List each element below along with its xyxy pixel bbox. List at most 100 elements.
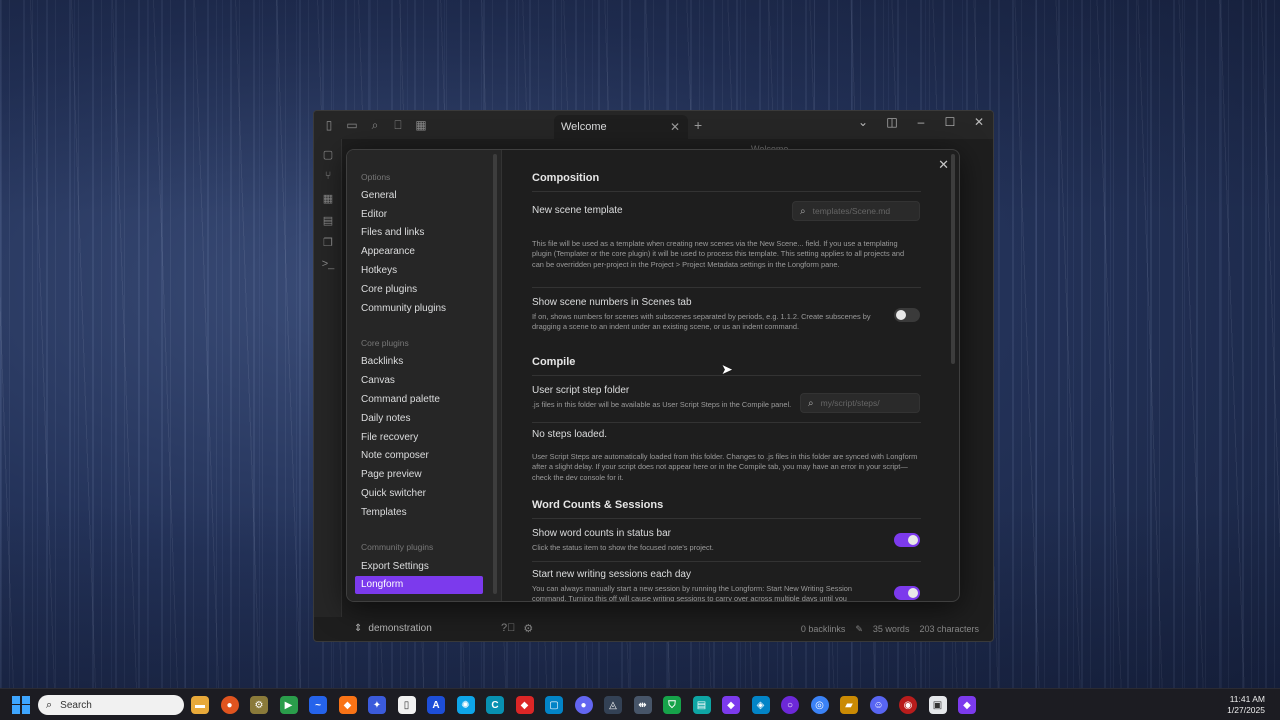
user-script-steps-description: User Script Steps are automatically load… (532, 452, 918, 482)
close-window-icon[interactable]: ✕ (973, 115, 985, 129)
sidebar-header-options: Options (361, 171, 391, 182)
vault-name: demonstration (368, 623, 432, 634)
new-tab-icon[interactable]: + (694, 117, 702, 133)
sidebar-item-file-recovery[interactable]: File recovery (347, 428, 493, 447)
backlinks-count[interactable]: 0 backlinks (801, 624, 846, 635)
divider (532, 191, 921, 192)
sidebar-item-general[interactable]: General (347, 186, 493, 205)
sidebar-item-backlinks[interactable]: Backlinks (347, 353, 493, 372)
app-icon[interactable]: ◈ (751, 696, 770, 714)
app-icon[interactable]: ⇹ (633, 696, 652, 714)
discord-icon[interactable]: ☺ (869, 696, 888, 714)
sidebar-scrollbar[interactable] (493, 154, 497, 594)
app-icon[interactable]: ○ (781, 696, 799, 714)
divider (532, 287, 921, 288)
chevron-down-icon[interactable]: ⌄ (857, 115, 869, 129)
minimize-icon[interactable]: – (915, 115, 927, 129)
app-icon[interactable]: ✺ (456, 696, 475, 714)
scene-template-input[interactable]: ⌕ templates/Scene.md (792, 201, 920, 221)
firefox-icon[interactable]: ● (220, 696, 239, 714)
help-icon[interactable]: ?⃝ (501, 622, 515, 635)
sidebar-item-editor[interactable]: Editor (347, 205, 493, 224)
clock-time: 11:41 AM (1229, 694, 1265, 704)
search-icon: ⌕ (808, 397, 814, 409)
sidebar-item-templates[interactable]: Templates (347, 503, 493, 522)
word-counts-status-bar-toggle[interactable] (894, 533, 920, 547)
app-icon[interactable]: ▣ (928, 696, 947, 714)
word-counts-status-bar-description: Click the status item to show the focuse… (532, 543, 714, 552)
chevron-updown-icon: ⇕ (354, 623, 363, 634)
sidebar-item-longform[interactable]: Longform (355, 575, 483, 595)
file-explorer-icon[interactable]: ▬ (191, 696, 209, 714)
windows-start-icon[interactable] (12, 695, 30, 714)
chat-icon[interactable]: ▢ (545, 696, 563, 714)
app-icon[interactable]: ◬ (604, 696, 622, 714)
app-icon[interactable]: ◆ (515, 696, 534, 714)
shield-icon[interactable]: ⛉ (663, 696, 681, 714)
search-icon[interactable]: ⌕ (367, 117, 383, 133)
user-script-folder-input[interactable]: ⌕ my/script/steps/ (800, 393, 920, 413)
bookmark-icon[interactable]: ⎕ (390, 117, 406, 133)
sidebar-item-quick-switcher[interactable]: Quick switcher (347, 484, 493, 503)
folder-icon[interactable]: ▭ (344, 117, 360, 133)
tab-close-icon[interactable]: ✕ (670, 120, 680, 134)
brave-icon[interactable]: ◆ (338, 696, 357, 714)
sidebar-item-export-settings[interactable]: Export Settings (347, 557, 493, 576)
app-icon[interactable]: ▶ (279, 696, 298, 714)
new-sessions-daily-toggle[interactable] (894, 586, 920, 600)
sidebar-item-daily-notes[interactable]: Daily notes (347, 409, 493, 428)
sidebar-item-note-composer[interactable]: Note composer (347, 447, 493, 466)
app-icon[interactable]: ◎ (810, 696, 829, 714)
file-icon[interactable]: ▢ (314, 143, 342, 165)
split-icon[interactable]: ◫ (886, 115, 898, 129)
notepad-icon[interactable]: ▯ (397, 696, 416, 714)
gear-icon[interactable]: ⚙ (523, 622, 533, 635)
app-icon[interactable]: A (427, 696, 445, 714)
calendar-icon[interactable]: ▤ (314, 209, 342, 231)
sidebar-item-hotkeys[interactable]: Hotkeys (347, 261, 493, 280)
sidebar-item-core-plugins[interactable]: Core plugins (347, 280, 493, 299)
app-icon[interactable]: C (486, 696, 504, 714)
grid-icon[interactable]: ▦ (413, 117, 429, 133)
content-scrollbar[interactable] (951, 154, 955, 364)
setting-scene-numbers: Show scene numbers in Scenes tab (532, 297, 692, 308)
sidebar-item-appearance[interactable]: Appearance (347, 242, 493, 261)
obsidian-icon[interactable]: ◆ (722, 696, 740, 714)
tab-welcome[interactable]: Welcome ✕ (554, 115, 688, 139)
modal-close-icon[interactable]: ✕ (938, 157, 949, 173)
sidebar-item-page-preview[interactable]: Page preview (347, 465, 493, 484)
sidebar-header-core: Core plugins (361, 338, 409, 349)
app-icon[interactable]: ● (574, 696, 593, 714)
taskbar-search[interactable]: ⌕ Search (38, 695, 184, 715)
graph-icon[interactable]: ⑂ (314, 165, 342, 187)
obsidian-active-icon[interactable]: ◆ (958, 696, 976, 714)
app-icon[interactable]: ▰ (840, 696, 858, 714)
copy-icon[interactable]: ❐ (314, 231, 342, 253)
maximize-icon[interactable]: ☐ (944, 115, 956, 129)
scene-template-description: This file will be used as a template whe… (532, 239, 905, 269)
app-icon[interactable]: ▤ (692, 696, 711, 714)
sidebar-item-files-and-links[interactable]: Files and links (347, 224, 493, 243)
app-icon[interactable]: ◉ (899, 696, 917, 714)
app-icon[interactable]: ✦ (368, 696, 386, 714)
character-count[interactable]: 203 characters (919, 624, 979, 635)
app-icon[interactable]: ~ (309, 696, 327, 714)
setting-user-script-folder: User script step folder (532, 385, 630, 396)
sidebar-item-canvas[interactable]: Canvas (347, 371, 493, 390)
system-clock[interactable]: 11:41 AM 1/27/2025 (1227, 694, 1265, 716)
word-count[interactable]: 35 words (873, 624, 910, 635)
search-icon: ⌕ (800, 205, 806, 217)
sidebar-item-community-plugins[interactable]: Community plugins (347, 299, 493, 318)
sidebar-item-command-palette[interactable]: Command palette (347, 390, 493, 409)
scene-numbers-toggle[interactable] (894, 308, 920, 322)
vault-switcher[interactable]: ⇕ demonstration (354, 623, 432, 634)
app-icon[interactable]: ⚙ (250, 696, 268, 714)
canvas-icon[interactable]: ▦ (314, 187, 342, 209)
taskbar-apps: ▬ ● ⚙ ▶ ~ ◆ ✦ ▯ A ✺ C ◆ ▢ ● ◬ ⇹ ⛉ ▤ ◆ ◈ … (191, 696, 976, 714)
setting-new-sessions-daily: Start new writing sessions each day (532, 569, 691, 580)
sidebar-toggle-icon[interactable]: ▯ (321, 117, 337, 133)
pencil-icon[interactable]: ✎ (855, 624, 863, 635)
settings-sidebar: Options General Editor Files and links A… (347, 150, 502, 601)
status-stats: 0 backlinks ✎ 35 words 203 characters (801, 624, 979, 635)
terminal-icon[interactable]: >_ (314, 253, 342, 275)
